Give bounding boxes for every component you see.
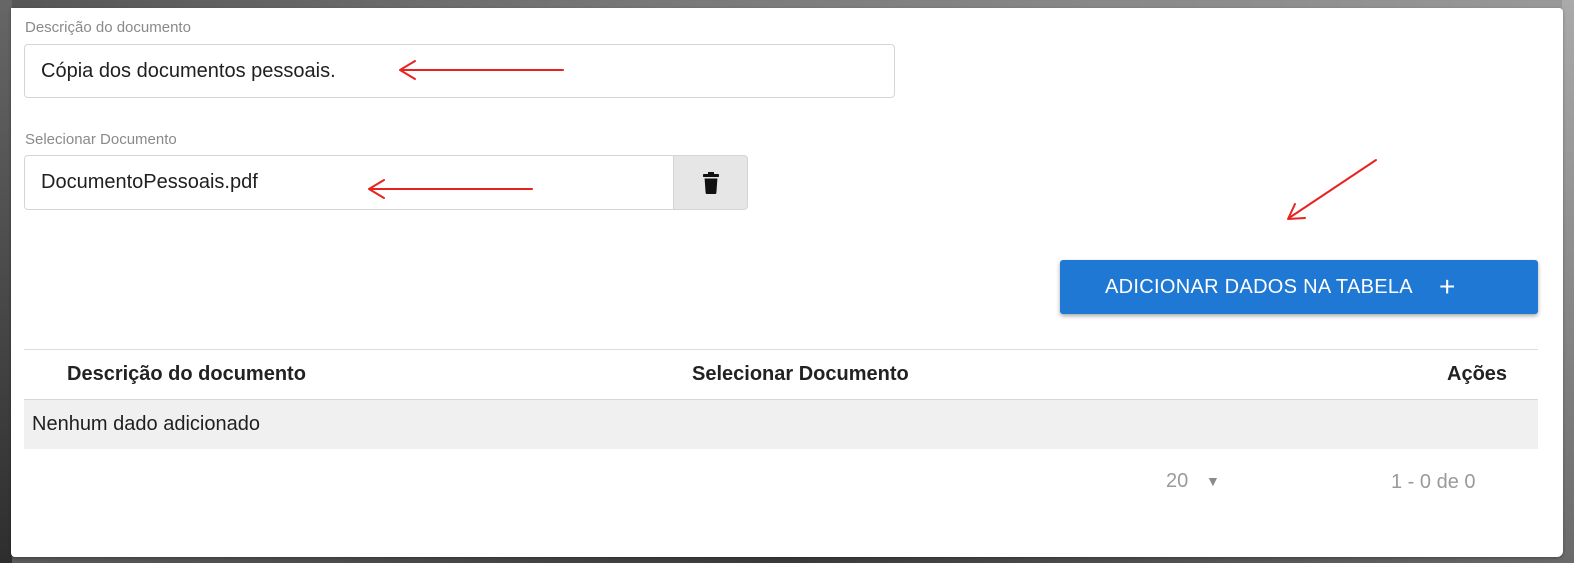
table-empty-row: Nenhum dado adicionado [24,399,1538,449]
plus-icon: + [1438,271,1456,302]
background-right [1562,0,1574,563]
empty-message: Nenhum dado adicionado [32,413,260,435]
page-size-value: 20 [1166,470,1189,492]
add-to-table-label: ADICIONAR DADOS NA TABELA [1105,275,1413,298]
select-document-label: Selecionar Documento [25,131,177,148]
trash-icon [702,171,719,194]
description-label: Descrição do documento [25,19,191,36]
form-panel: Descrição do documento Cópia dos documen… [11,8,1563,557]
column-header-description: Descrição do documento [67,363,306,385]
select-document-value: DocumentoPessoais.pdf [41,171,258,193]
column-header-actions: Ações [1447,363,1508,385]
select-document-field[interactable]: DocumentoPessoais.pdf [24,155,674,210]
table-divider [24,349,1538,350]
description-field[interactable]: Cópia dos documentos pessoais. [24,44,895,98]
column-header-select-document: Selecionar Documento [692,363,909,385]
pagination-range: 1 - 0 de 0 [1391,471,1476,493]
add-to-table-button[interactable]: ADICIONAR DADOS NA TABELA + [1060,260,1538,314]
chevron-down-icon: ▼ [1206,473,1220,489]
description-value: Cópia dos documentos pessoais. [41,59,336,82]
delete-file-button[interactable] [674,155,748,210]
